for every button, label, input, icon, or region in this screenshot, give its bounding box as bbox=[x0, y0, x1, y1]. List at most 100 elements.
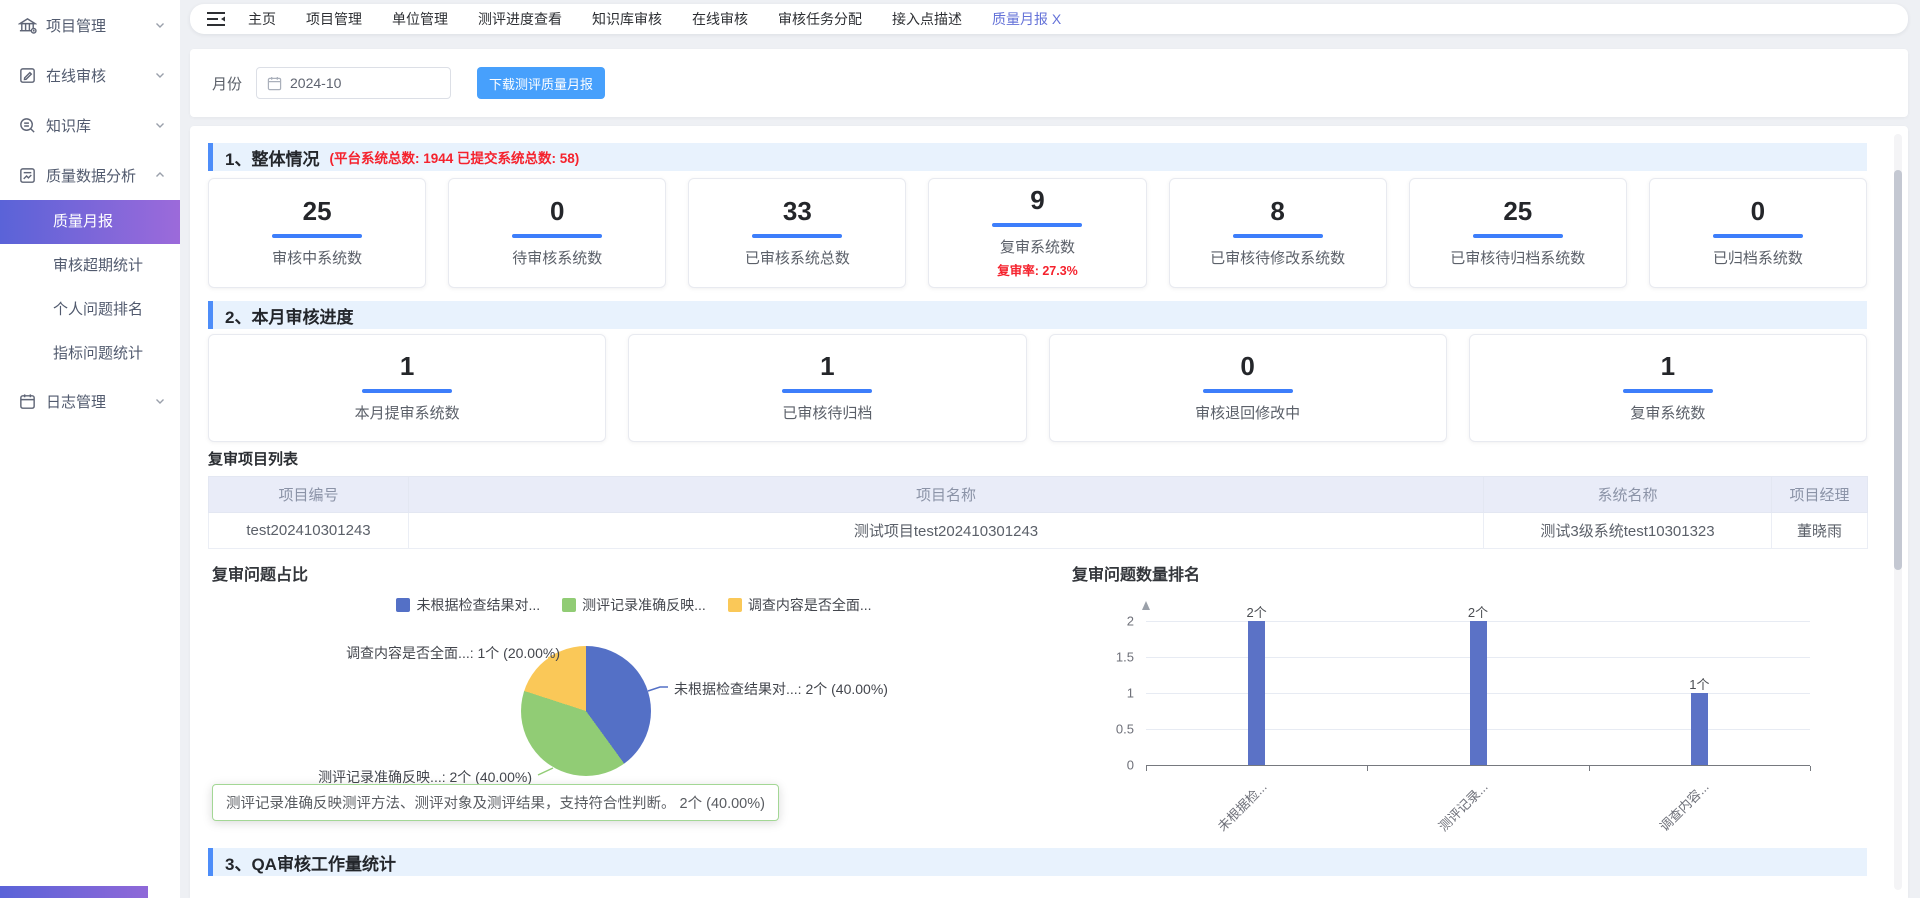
x-axis-tick bbox=[1367, 766, 1368, 771]
stat-card: 0 审核退回修改中 bbox=[1049, 334, 1447, 442]
nav-tab[interactable]: 主页 bbox=[248, 9, 276, 29]
review-project-list-title: 复审项目列表 bbox=[208, 448, 298, 469]
pie-label-not-per-check-result[interactable]: 未根据检查结果对...: 2个 (40.00%) bbox=[674, 679, 888, 699]
legend-item[interactable]: 测评记录准确反映... bbox=[562, 595, 706, 615]
sidebar-item-label: 质量数据分析 bbox=[46, 165, 154, 186]
stat-label: 已审核待归档 bbox=[782, 402, 872, 423]
chevron-down-icon bbox=[154, 395, 166, 407]
section-overall-note: (平台系统总数: 1944 已提交系统总数: 58) bbox=[329, 147, 579, 167]
stat-card: 25 审核中系统数 bbox=[208, 178, 426, 288]
bar[interactable] bbox=[1470, 621, 1487, 765]
sidebar-collapse-icon[interactable] bbox=[206, 11, 226, 27]
nav-tab[interactable]: 审核任务分配 bbox=[778, 9, 862, 29]
stat-label: 已审核待修改系统数 bbox=[1210, 247, 1345, 268]
nav-tab[interactable]: 接入点描述 bbox=[892, 9, 962, 29]
stat-underline bbox=[752, 234, 842, 238]
report-content-card: 1、整体情况 (平台系统总数: 1944 已提交系统总数: 58) 25 审核中系… bbox=[190, 126, 1908, 898]
stat-value: 0 bbox=[1240, 353, 1254, 379]
knowledge-icon bbox=[18, 116, 37, 135]
sidebar-item-label: 知识库 bbox=[46, 115, 154, 136]
bar-value-label: 2个 bbox=[1468, 602, 1488, 621]
leader-line bbox=[538, 768, 553, 775]
sidebar-subitem-quality-monthly-report[interactable]: 质量月报 bbox=[0, 200, 180, 244]
nav-tab[interactable]: 知识库审核 bbox=[592, 9, 662, 29]
bar-value-label: 2个 bbox=[1247, 602, 1267, 621]
overview-cards-row: 25审核中系统数0待审核系统数33已审核系统总数9复审系统数复审率: 27.3%… bbox=[208, 178, 1867, 288]
y-tick-label: 1.5 bbox=[1074, 650, 1134, 665]
stat-label: 审核退回修改中 bbox=[1195, 402, 1300, 423]
section-overall-header: 1、整体情况 (平台系统总数: 1944 已提交系统总数: 58) bbox=[208, 143, 1867, 171]
stat-card: 1复审系统数 bbox=[1469, 334, 1867, 442]
pie-chart-title: 复审问题占比 bbox=[212, 561, 308, 585]
y-axis-arrow-icon bbox=[1142, 601, 1150, 610]
legend-item[interactable]: 未根据检查结果对... bbox=[396, 595, 540, 615]
pie-chart[interactable] bbox=[521, 646, 651, 776]
sidebar-item-online-review[interactable]: 在线审核 bbox=[0, 50, 180, 100]
stat-underline bbox=[362, 389, 452, 393]
table-cell: test202410301243 bbox=[209, 513, 409, 549]
stat-value: 1 bbox=[1661, 353, 1675, 379]
sidebar-item-project-management[interactable]: 项目管理 bbox=[0, 0, 180, 50]
sidebar-subitem-review-overdue-stats[interactable]: 审核超期统计 bbox=[0, 244, 180, 288]
nav-tab[interactable]: 测评进度查看 bbox=[478, 9, 562, 29]
stat-label: 待审核系统数 bbox=[512, 247, 602, 268]
sidebar-subitem-indicator-issue-stats[interactable]: 指标问题统计 bbox=[0, 332, 180, 376]
stat-card: 1 已审核待归档 bbox=[628, 334, 1026, 442]
x-category-label: 调查内容... bbox=[1655, 777, 1713, 835]
download-monthly-report-button[interactable]: 下载测评质量月报 bbox=[477, 67, 605, 99]
bar-chart-title: 复审问题数量排名 bbox=[1072, 561, 1200, 585]
stat-card: 33已审核系统总数 bbox=[688, 178, 906, 288]
x-axis-tick bbox=[1146, 766, 1147, 771]
nav-tab-active-quality-monthly-report[interactable]: 质量月报 X bbox=[992, 9, 1061, 29]
chevron-down-icon bbox=[154, 19, 166, 31]
sidebar-item-label: 项目管理 bbox=[46, 15, 154, 36]
table-row[interactable]: test202410301243测试项目test202410301243测试3级… bbox=[209, 513, 1868, 549]
stat-value: 33 bbox=[783, 198, 812, 224]
stat-label: 复审系统数 bbox=[1000, 236, 1075, 257]
sidebar-item-knowledge-base[interactable]: 知识库 bbox=[0, 100, 180, 150]
x-category-label: 测评记录... bbox=[1434, 777, 1492, 835]
stat-underline bbox=[512, 234, 602, 238]
y-tick-label: 2 bbox=[1074, 614, 1134, 629]
scrollbar-thumb[interactable] bbox=[1894, 170, 1902, 570]
section-title: 3、QA审核工作量统计 bbox=[225, 850, 396, 875]
stat-value: 1 bbox=[820, 353, 834, 379]
calendar-icon bbox=[267, 76, 282, 91]
pie-label-survey-content[interactable]: 调查内容是否全面...: 1个 (20.00%) bbox=[346, 643, 560, 663]
stat-underline bbox=[1473, 234, 1563, 238]
bar[interactable] bbox=[1248, 621, 1265, 765]
stat-value: 25 bbox=[303, 198, 332, 224]
y-tick-label: 1 bbox=[1074, 686, 1134, 701]
chart-tooltip: 测评记录准确反映测评方法、测评对象及测评结果，支持符合性判断。 2个 (40.0… bbox=[212, 784, 779, 821]
stat-card: 9复审系统数复审率: 27.3% bbox=[928, 178, 1146, 288]
x-axis-tick bbox=[1810, 766, 1811, 771]
log-icon bbox=[18, 392, 37, 411]
month-value: 2024-10 bbox=[290, 75, 341, 91]
pie-legend: 未根据检查结果对... 测评记录准确反映... 调查内容是否全面... bbox=[208, 595, 1060, 615]
sidebar: 项目管理 在线审核 知识库 质量数据分析 质量月报 审核超期统计 个人问题排名 … bbox=[0, 0, 180, 898]
nav-tabs: 主页 项目管理 单位管理 测评进度查看 知识库审核 在线审核 审核任务分配 接入点描述 质量月报… bbox=[248, 9, 1061, 29]
month-picker-input[interactable]: 2024-10 bbox=[256, 67, 451, 99]
nav-tab[interactable]: 单位管理 bbox=[392, 9, 448, 29]
nav-tab[interactable]: 在线审核 bbox=[692, 9, 748, 29]
stat-underline bbox=[1713, 234, 1803, 238]
sidebar-item-quality-data-analysis[interactable]: 质量数据分析 bbox=[0, 150, 180, 200]
stat-card: 8已审核待修改系统数 bbox=[1169, 178, 1387, 288]
review-project-table: 项目编号项目名称系统名称项目经理 test202410301243测试项目tes… bbox=[208, 476, 1868, 549]
table-cell: 测试3级系统test10301323 bbox=[1484, 513, 1772, 549]
bar-value-label: 1个 bbox=[1689, 674, 1709, 693]
legend-swatch-icon bbox=[562, 598, 576, 612]
nav-tab[interactable]: 项目管理 bbox=[306, 9, 362, 29]
sidebar-item-log-management[interactable]: 日志管理 bbox=[0, 376, 180, 426]
legend-item[interactable]: 调查内容是否全面... bbox=[728, 595, 872, 615]
table-header-cell: 项目经理 bbox=[1772, 477, 1868, 513]
stat-label: 审核中系统数 bbox=[272, 247, 362, 268]
review-rate-note: 复审率: 27.3% bbox=[997, 260, 1078, 279]
vertical-scrollbar[interactable] bbox=[1894, 134, 1902, 890]
chevron-up-icon bbox=[154, 169, 166, 181]
bar[interactable] bbox=[1691, 693, 1708, 765]
leader-line bbox=[648, 687, 668, 691]
month-label: 月份 bbox=[212, 73, 242, 94]
sidebar-subitem-personal-issue-ranking[interactable]: 个人问题排名 bbox=[0, 288, 180, 332]
section-month-progress-header: 2、本月审核进度 bbox=[208, 301, 1867, 329]
